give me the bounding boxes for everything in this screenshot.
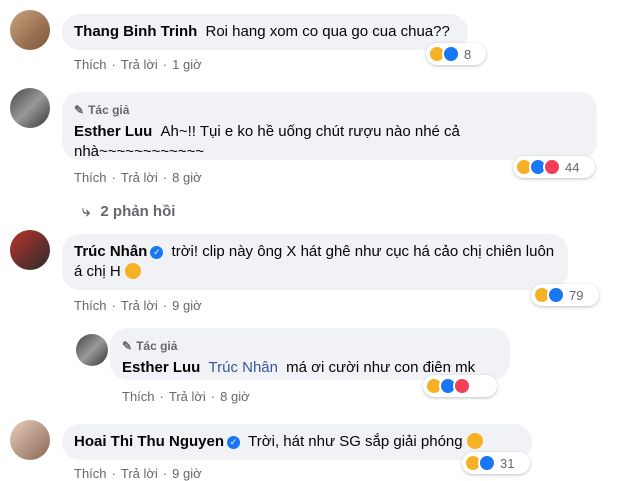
- replies-count: 2 phản hồi: [100, 203, 176, 220]
- like-link[interactable]: Thích: [74, 170, 107, 185]
- like-icon: [547, 286, 565, 304]
- author-label: Tác giả: [88, 103, 130, 117]
- avatar[interactable]: [10, 88, 50, 128]
- comment-actions: Thích · Trả lời · 8 giờ: [74, 170, 202, 185]
- reply-link[interactable]: Trả lời: [169, 389, 206, 404]
- comment-text: Trời, hát như SG sắp giải phóng: [248, 433, 463, 450]
- verified-icon: ✓: [150, 246, 164, 259]
- reaction-count: 8: [464, 46, 472, 62]
- author-badge: ✎ Tác giả: [74, 100, 585, 120]
- like-link[interactable]: Thích: [74, 466, 107, 481]
- comment-text: má ơi cười như con điên mk: [286, 359, 476, 376]
- like-link[interactable]: Thích: [74, 57, 107, 72]
- comment-author[interactable]: Esther Luu: [74, 123, 152, 140]
- author-label: Tác giả: [136, 339, 178, 353]
- author-badge: ✎ Tác giả: [122, 336, 498, 356]
- love-icon: [453, 377, 471, 395]
- rofl-emoji-icon: [124, 263, 141, 279]
- verified-icon: ✓: [227, 436, 240, 449]
- reply-link[interactable]: Trả lời: [121, 466, 158, 481]
- comment-actions: Thích · Trả lời · 8 giờ: [122, 389, 250, 404]
- mention-link[interactable]: Trúc Nhân: [209, 359, 278, 376]
- comment-actions: Thích · Trả lời · 9 giờ: [74, 298, 202, 313]
- avatar[interactable]: [10, 420, 50, 460]
- comment-time[interactable]: 9 giờ: [172, 466, 202, 481]
- comment-bubble: ✎ Tác giả Esther Luu Ah~!! Tụi e ko hề u…: [62, 92, 597, 160]
- like-icon: [442, 45, 460, 63]
- reaction-summary[interactable]: 8: [426, 43, 486, 65]
- like-link[interactable]: Thích: [74, 298, 107, 313]
- reply-link[interactable]: Trả lời: [121, 57, 158, 72]
- avatar[interactable]: [10, 10, 50, 50]
- comment-author[interactable]: Trúc Nhân: [74, 243, 147, 260]
- comment-author[interactable]: Esther Luu: [122, 359, 200, 376]
- comment-bubble: ✎ Tác giả Esther Luu Trúc Nhân má ơi cườ…: [110, 328, 510, 380]
- comment-bubble: Hoai Thi Thu Nguyen ✓ Trời, hát như SG sắ…: [62, 424, 532, 460]
- comment-author[interactable]: Thang Binh Trinh: [74, 23, 197, 40]
- reaction-summary[interactable]: [423, 375, 497, 397]
- rofl-emoji-icon: [466, 433, 483, 449]
- comment-actions: Thích · Trả lời · 1 giờ: [74, 57, 202, 72]
- comment-author[interactable]: Hoai Thi Thu Nguyen: [74, 433, 224, 450]
- comment-time[interactable]: 8 giờ: [220, 389, 250, 404]
- comment-actions: Thích · Trả lời · 9 giờ: [74, 466, 202, 481]
- pencil-icon: ✎: [122, 339, 133, 353]
- reply-link[interactable]: Trả lời: [121, 170, 158, 185]
- view-replies-link[interactable]: ⤷ 2 phản hồi: [82, 203, 175, 220]
- comment-text: Roi hang xom co qua go cua chua??: [205, 23, 450, 40]
- pencil-icon: ✎: [74, 103, 85, 117]
- reaction-count: 79: [569, 287, 584, 303]
- comment-time[interactable]: 1 giờ: [172, 57, 202, 72]
- avatar[interactable]: [10, 230, 50, 270]
- comment-time[interactable]: 8 giờ: [172, 170, 202, 185]
- reaction-count: 44: [565, 159, 580, 175]
- reply-arrow-icon: ⤷: [82, 203, 91, 220]
- love-icon: [543, 158, 561, 176]
- comment-time[interactable]: 9 giờ: [172, 298, 202, 313]
- reaction-count: 31: [500, 455, 515, 471]
- comment-bubble: Trúc Nhân ✓ trời! clip này ông X hát ghê …: [62, 234, 568, 290]
- like-icon: [478, 454, 496, 472]
- avatar[interactable]: [76, 334, 108, 366]
- reaction-summary[interactable]: 44: [513, 156, 595, 178]
- reply-link[interactable]: Trả lời: [121, 298, 158, 313]
- reaction-summary[interactable]: 79: [531, 284, 599, 306]
- reaction-summary[interactable]: 31: [462, 452, 530, 474]
- like-link[interactable]: Thích: [122, 389, 155, 404]
- comment-bubble: Thang Binh Trinh Roi hang xom co qua go …: [62, 14, 468, 50]
